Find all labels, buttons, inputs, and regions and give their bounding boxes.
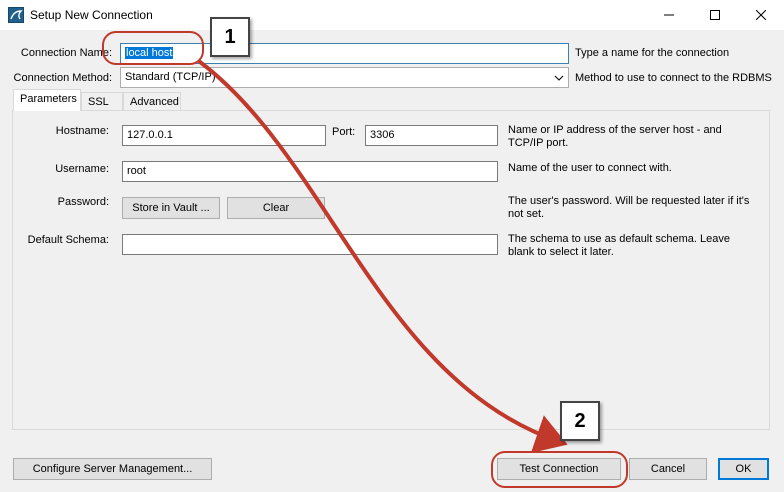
parameters-panel: [12, 110, 770, 430]
step1-badge: 1: [210, 17, 250, 57]
default-schema-help-line2: blank to select it later.: [508, 246, 614, 258]
minimize-icon: [664, 14, 674, 16]
password-help-line1: The user's password. Will be requested l…: [508, 195, 750, 207]
username-help: Name of the user to connect with.: [508, 162, 672, 174]
hostname-help: Name or IP address of the server host - …: [508, 124, 722, 150]
tab-advanced[interactable]: Advanced: [123, 92, 181, 112]
connection-method-select[interactable]: Standard (TCP/IP): [120, 67, 569, 88]
connection-name-label: Connection Name:: [20, 47, 112, 59]
ok-button[interactable]: OK: [718, 458, 769, 480]
step2-highlight: [491, 451, 628, 488]
username-label: Username:: [55, 163, 109, 175]
default-schema-input[interactable]: [122, 234, 498, 255]
connection-method-help: Method to use to connect to the RDBMS: [575, 72, 772, 84]
default-schema-label: Default Schema:: [27, 234, 109, 246]
hostname-label: Hostname:: [55, 125, 109, 137]
default-schema-help-line1: The schema to use as default schema. Lea…: [508, 233, 730, 245]
store-in-vault-button[interactable]: Store in Vault ...: [122, 197, 220, 219]
close-icon: [756, 10, 766, 20]
minimize-button[interactable]: [646, 0, 692, 30]
maximize-button[interactable]: [692, 0, 738, 30]
password-help: The user's password. Will be requested l…: [508, 195, 749, 221]
hostname-input[interactable]: 127.0.0.1: [122, 125, 326, 146]
close-button[interactable]: [738, 0, 784, 30]
connection-method-value: Standard (TCP/IP): [125, 71, 216, 83]
step1-highlight: [102, 31, 204, 65]
default-schema-help: The schema to use as default schema. Lea…: [508, 233, 730, 259]
hostname-help-line1: Name or IP address of the server host - …: [508, 124, 722, 136]
cancel-button[interactable]: Cancel: [629, 458, 707, 480]
hostname-help-line2: TCP/IP port.: [508, 137, 569, 149]
window-title: Setup New Connection: [30, 8, 153, 22]
tab-ssl[interactable]: SSL: [81, 92, 123, 112]
connection-method-label: Connection Method:: [13, 72, 112, 84]
username-input[interactable]: root: [122, 161, 498, 182]
tab-parameters[interactable]: Parameters: [13, 89, 81, 111]
port-input[interactable]: 3306: [365, 125, 498, 146]
step2-badge: 2: [560, 401, 600, 441]
configure-server-management-button[interactable]: Configure Server Management...: [13, 458, 212, 480]
chevron-down-icon: [554, 75, 564, 81]
port-label: Port:: [332, 126, 356, 138]
password-help-line2: not set.: [508, 208, 545, 220]
clear-password-button[interactable]: Clear: [227, 197, 325, 219]
maximize-icon: [710, 10, 720, 20]
connection-name-help: Type a name for the connection: [575, 47, 730, 59]
password-label: Password:: [57, 196, 109, 208]
mysql-workbench-app-icon: [8, 7, 24, 23]
